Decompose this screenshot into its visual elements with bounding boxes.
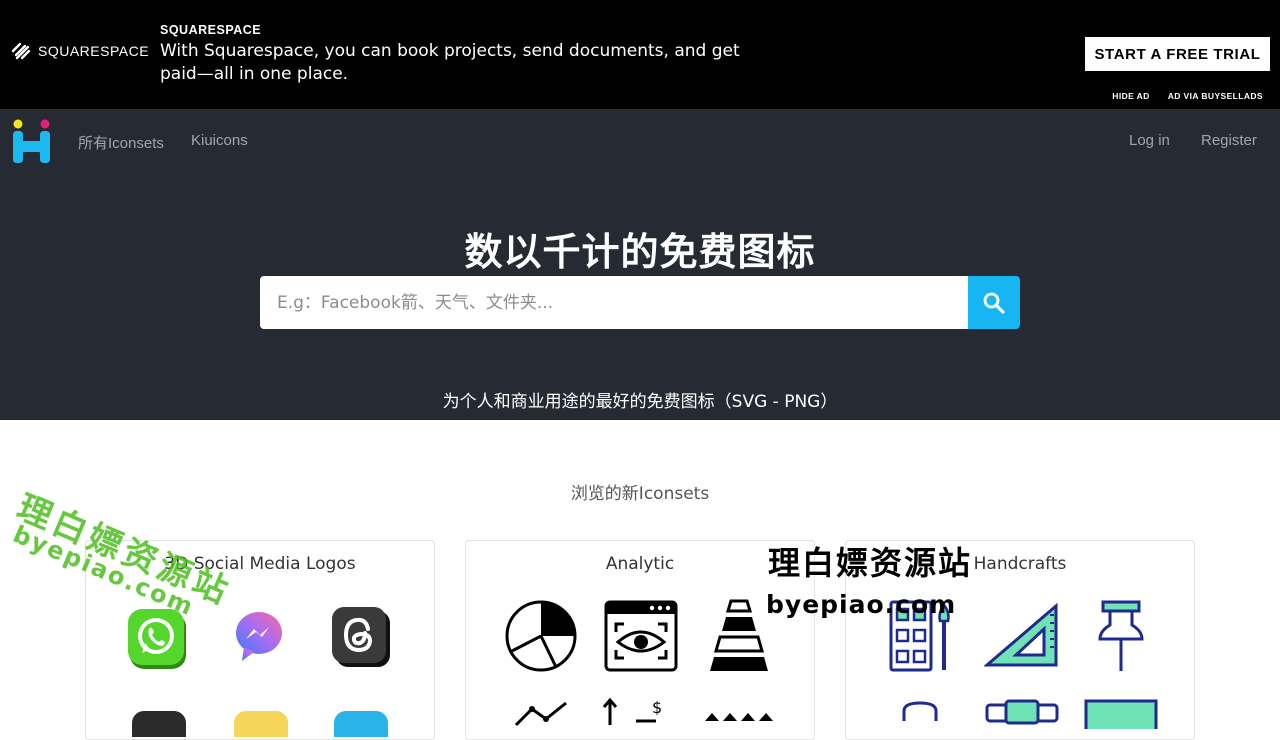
palette-brushes-icon[interactable] <box>888 599 954 673</box>
hero-title: 数以千计的免费图标 <box>464 230 816 274</box>
arrow-dollar-icon[interactable]: $ <box>598 697 668 727</box>
card-title: Handcrafts <box>973 554 1067 574</box>
search-button[interactable] <box>968 276 1020 329</box>
social-logo-icon[interactable] <box>130 707 190 737</box>
ad-brand: SQUARESPACE <box>160 23 262 37</box>
pushpin-icon[interactable] <box>1096 599 1146 673</box>
search-input[interactable] <box>260 276 968 329</box>
hide-ad-link[interactable]: HIDE AD <box>1112 91 1149 101</box>
search-icon <box>983 292 1005 314</box>
svg-text:$: $ <box>652 698 662 717</box>
whatsapp-icon[interactable] <box>128 609 188 671</box>
site-logo-icon[interactable] <box>13 119 51 163</box>
iconset-card-handcrafts[interactable]: Handcrafts <box>845 540 1195 740</box>
search-bar <box>260 276 1020 329</box>
start-free-trial-button[interactable]: START A FREE TRIAL <box>1085 37 1270 71</box>
ad-via-buysellads-link[interactable]: AD VIA BUYSELLADS <box>1168 91 1263 101</box>
threads-icon[interactable] <box>332 607 392 669</box>
ad-copy[interactable]: With Squarespace, you can book projects,… <box>160 40 760 86</box>
messenger-icon[interactable] <box>234 609 286 665</box>
card-title: 3D Social Media Logos <box>164 554 356 574</box>
squarespace-logo-icon <box>11 42 31 60</box>
squarespace-logo[interactable]: SQUARESPACE <box>10 41 149 61</box>
bar-pyramid-icon[interactable] <box>702 707 778 737</box>
iconset-card-analytic[interactable]: Analytic $ <box>465 540 815 740</box>
line-chart-icon[interactable] <box>514 699 574 729</box>
squarespace-logo-text: SQUARESPACE <box>38 43 150 59</box>
nav-all-iconsets[interactable]: 所有Iconsets <box>78 132 164 153</box>
nav-login[interactable]: Log in <box>1129 132 1170 149</box>
section-title: 浏览的新Iconsets <box>570 484 710 504</box>
nav-register[interactable]: Register <box>1201 132 1257 149</box>
social-logo-icon[interactable] <box>332 707 392 737</box>
handcraft-icon[interactable] <box>1084 699 1160 729</box>
social-logo-icon[interactable] <box>232 707 292 737</box>
handcraft-icon[interactable] <box>984 699 1060 729</box>
hero: 所有Iconsets Kiuicons Log in Register 数以千计… <box>0 109 1280 420</box>
card-title: Analytic <box>605 554 675 574</box>
hero-subtitle: 为个人和商业用途的最好的免费图标（SVG - PNG） <box>442 392 838 412</box>
ad-meta: HIDE AD AD VIA BUYSELLADS <box>1112 91 1263 101</box>
ad-banner: SQUARESPACE SQUARESPACE With Squarespace… <box>0 0 1280 109</box>
set-square-icon[interactable] <box>984 603 1060 669</box>
pyramid-chart-icon[interactable] <box>704 599 774 673</box>
browser-eye-icon[interactable] <box>604 600 678 672</box>
iconset-card-3d-social[interactable]: 3D Social Media Logos <box>85 540 435 740</box>
nav-kiuicons[interactable]: Kiuicons <box>191 132 248 149</box>
handcraft-icon[interactable] <box>898 699 942 729</box>
pie-chart-icon[interactable] <box>504 599 578 673</box>
